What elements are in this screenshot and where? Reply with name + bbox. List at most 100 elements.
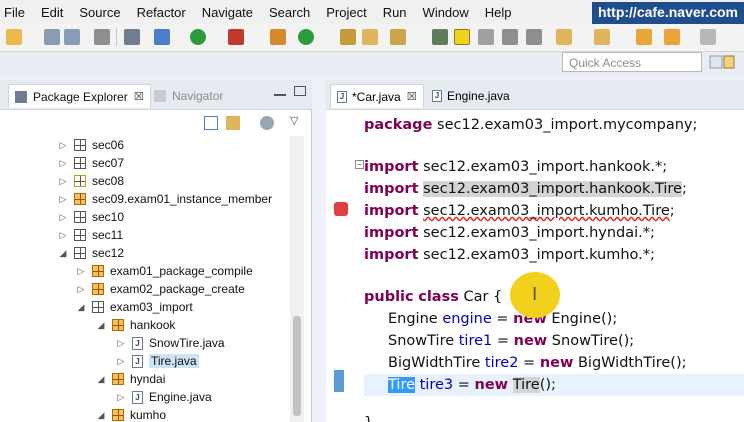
tree-item-label: Tire.java	[149, 354, 199, 368]
chevron-right-icon[interactable]: ▷	[58, 230, 68, 241]
code-line-field[interactable]: BigWidthTire tire2 = new BigWidthTire();	[388, 352, 687, 374]
tree-item[interactable]: ◢ hyndai	[96, 370, 166, 388]
code-line-import[interactable]: import sec12.exam03_import.kumho.*;	[364, 244, 655, 266]
chevron-down-icon[interactable]: ◢	[96, 320, 106, 331]
annotation-icon[interactable]	[478, 29, 494, 45]
tab-car-java[interactable]: J *Car.java ☒	[330, 84, 424, 108]
menu-refactor[interactable]: Refactor	[137, 5, 186, 20]
tree-item[interactable]: ▷ sec11	[58, 226, 124, 244]
code-line-package[interactable]: package sec12.exam03_import.mycompany;	[364, 114, 697, 136]
save-icon[interactable]	[44, 29, 60, 45]
run-icon[interactable]	[190, 29, 206, 45]
code-line-class[interactable]: public class Car {	[364, 286, 502, 308]
chevron-right-icon[interactable]: ▷	[58, 194, 68, 205]
error-marker-icon[interactable]	[334, 202, 348, 216]
code-line-import[interactable]: import sec12.exam03_import.kumho.Tire;	[364, 200, 675, 222]
open-folder-icon[interactable]	[362, 29, 378, 45]
chevron-right-icon[interactable]: ▷	[116, 392, 126, 403]
menu-help[interactable]: Help	[485, 5, 512, 20]
link-editor-icon[interactable]	[226, 116, 240, 130]
collapse-all-icon[interactable]	[204, 116, 218, 130]
scrollbar-thumb[interactable]	[293, 316, 301, 416]
close-icon[interactable]: ☒	[134, 90, 144, 103]
open-type-icon[interactable]	[340, 29, 356, 45]
tree-item[interactable]: ▷ J Tire.java	[116, 352, 199, 370]
explorer-scrollbar[interactable]	[290, 136, 304, 422]
tree-item[interactable]: ◢ sec12	[58, 244, 125, 262]
tree-item[interactable]: ◢ kumho	[96, 406, 167, 422]
maximize-icon[interactable]	[294, 86, 306, 96]
chevron-right-icon[interactable]: ▷	[58, 212, 68, 223]
tree-item[interactable]: ▷ sec09.exam01_instance_member	[58, 190, 273, 208]
menu-file[interactable]: File	[4, 5, 25, 20]
tab-engine-java[interactable]: J Engine.java	[426, 84, 516, 108]
back-icon[interactable]	[636, 29, 652, 45]
chevron-down-icon[interactable]: ◢	[76, 302, 86, 313]
view-menu-icon[interactable]	[260, 116, 274, 130]
save-all-icon[interactable]	[64, 29, 80, 45]
chevron-right-icon[interactable]: ▷	[76, 284, 86, 295]
print-icon[interactable]	[94, 29, 110, 45]
code-line-import[interactable]: import sec12.exam03_import.hyndai.*;	[364, 222, 655, 244]
code-line-field[interactable]: SnowTire tire1 = new SnowTire();	[388, 330, 634, 352]
block-select-icon[interactable]	[526, 29, 542, 45]
view-buttons	[274, 86, 306, 96]
menu-navigate[interactable]: Navigate	[202, 5, 253, 20]
tree-item[interactable]: ▷ J Engine.java	[116, 388, 212, 406]
tab-navigator[interactable]: Navigator	[148, 84, 229, 108]
menu-source[interactable]: Source	[79, 5, 120, 20]
show-whitespace-icon[interactable]	[502, 29, 518, 45]
menu-search[interactable]: Search	[269, 5, 310, 20]
menu-run[interactable]: Run	[383, 5, 407, 20]
chevron-right-icon[interactable]: ▷	[58, 140, 68, 151]
chevron-down-icon[interactable]: ◢	[58, 248, 68, 259]
chevron-down-icon[interactable]: ◢	[96, 374, 106, 385]
tree-item[interactable]: ▷ exam01_package_compile	[76, 262, 253, 280]
tree-item[interactable]: ◢ hankook	[96, 316, 176, 334]
tab-package-explorer[interactable]: Package Explorer ☒	[8, 84, 151, 108]
perspective-icon[interactable]	[708, 54, 736, 72]
forward-icon[interactable]	[700, 29, 716, 45]
external-tools-icon[interactable]	[228, 29, 244, 45]
code-line-field[interactable]: Engine engine = new Engine();	[388, 308, 617, 330]
new-package-icon[interactable]	[270, 29, 286, 45]
chevron-right-icon[interactable]: ▷	[76, 266, 86, 277]
menu-edit[interactable]: Edit	[41, 5, 63, 20]
quick-access-input[interactable]: Quick Access	[562, 52, 702, 72]
new-icon[interactable]	[6, 29, 22, 45]
code-line-field-current[interactable]: Tire tire3 = new Tire();	[364, 374, 744, 396]
code-line-import[interactable]: import sec12.exam03_import.hankook.*;	[364, 156, 667, 178]
pen-icon[interactable]	[390, 29, 406, 45]
menu-project[interactable]: Project	[326, 5, 366, 20]
close-icon[interactable]: ☒	[407, 90, 417, 103]
chevron-right-icon[interactable]: ▷	[58, 158, 68, 169]
keyword: new	[513, 333, 548, 349]
tree-item[interactable]: ▷ exam02_package_create	[76, 280, 245, 298]
fold-collapse-icon[interactable]: −	[355, 160, 364, 169]
tool-icon[interactable]	[124, 29, 140, 45]
chevron-down-icon[interactable]: ▽	[290, 114, 298, 127]
code-area[interactable]: package sec12.exam03_import.mycompany; i…	[364, 110, 744, 422]
chevron-right-icon[interactable]: ▷	[116, 356, 126, 367]
highlight-icon[interactable]	[454, 29, 470, 45]
tree-item[interactable]: ▷ sec06	[58, 136, 125, 154]
chevron-right-icon[interactable]: ▷	[116, 338, 126, 349]
prev-annotation-icon[interactable]	[594, 29, 610, 45]
last-edit-icon[interactable]	[664, 29, 680, 45]
editor-panel: J *Car.java ☒ J Engine.java package sec1…	[326, 80, 744, 422]
tree-item[interactable]: ▷ sec08	[58, 172, 125, 190]
menu-window[interactable]: Window	[423, 5, 469, 20]
tree-item[interactable]: ◢ exam03_import	[76, 298, 193, 316]
chevron-right-icon[interactable]: ▷	[58, 176, 68, 187]
code-line-brace[interactable]: }	[364, 412, 373, 422]
search-icon[interactable]	[432, 29, 448, 45]
new-class-icon[interactable]	[298, 29, 314, 45]
debug-icon[interactable]	[154, 29, 170, 45]
chevron-down-icon[interactable]: ◢	[96, 410, 106, 421]
tree-item[interactable]: ▷ sec10	[58, 208, 125, 226]
tree-item[interactable]: ▷ sec07	[58, 154, 125, 172]
tree-item[interactable]: ▷ J SnowTire.java	[116, 334, 225, 352]
code-line-import[interactable]: import sec12.exam03_import.hankook.Tire;	[364, 178, 687, 200]
minimize-icon[interactable]	[274, 86, 286, 96]
next-annotation-icon[interactable]	[556, 29, 572, 45]
